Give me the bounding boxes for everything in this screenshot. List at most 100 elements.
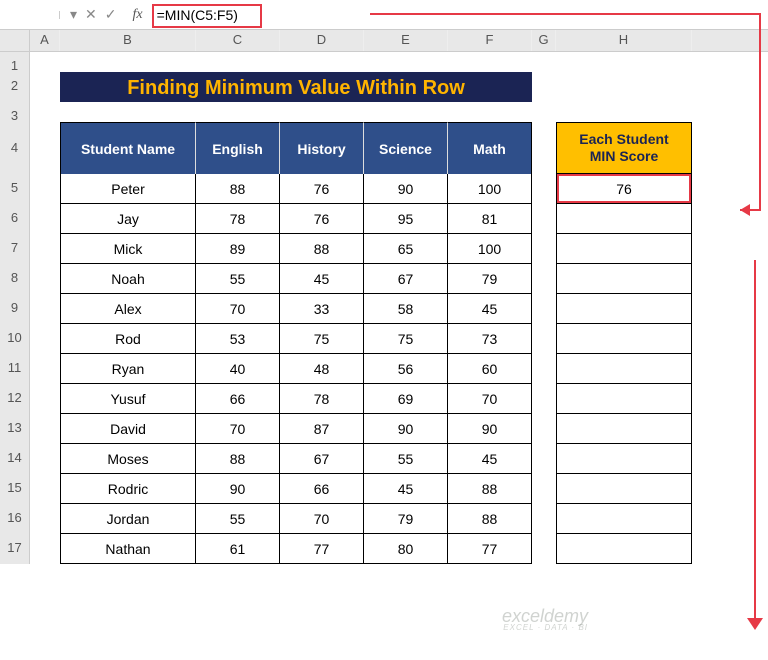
cell-name[interactable]: Mick (60, 234, 196, 264)
cell-name[interactable]: Alex (60, 294, 196, 324)
cell-english[interactable]: 88 (196, 444, 280, 474)
cell-min[interactable] (556, 354, 692, 384)
cell-science[interactable]: 58 (364, 294, 448, 324)
cell-math[interactable]: 73 (448, 324, 532, 354)
cell-history[interactable]: 48 (280, 354, 364, 384)
cell-english[interactable]: 55 (196, 504, 280, 534)
cell-history[interactable]: 45 (280, 264, 364, 294)
row-header-2[interactable]: 2 (0, 72, 30, 102)
cell-math[interactable]: 88 (448, 474, 532, 504)
cell-name[interactable]: Moses (60, 444, 196, 474)
cell-history[interactable]: 70 (280, 504, 364, 534)
cell-min[interactable] (556, 534, 692, 564)
col-header-B[interactable]: B (60, 30, 196, 51)
row-header-9[interactable]: 9 (0, 294, 30, 324)
cell-history[interactable]: 77 (280, 534, 364, 564)
cell-name[interactable]: Noah (60, 264, 196, 294)
cell-name[interactable]: Jay (60, 204, 196, 234)
row-header-3[interactable]: 3 (0, 102, 30, 122)
cell-math[interactable]: 100 (448, 174, 532, 204)
cell-history[interactable]: 76 (280, 174, 364, 204)
row-header-12[interactable]: 12 (0, 384, 30, 414)
cell-math[interactable]: 88 (448, 504, 532, 534)
cell-math[interactable]: 90 (448, 414, 532, 444)
cell-min[interactable] (556, 264, 692, 294)
cell-math[interactable]: 81 (448, 204, 532, 234)
dropdown-icon[interactable]: ▾ (70, 6, 77, 23)
cell-math[interactable]: 60 (448, 354, 532, 384)
cell-math[interactable]: 100 (448, 234, 532, 264)
cell-name[interactable]: Yusuf (60, 384, 196, 414)
row-header-13[interactable]: 13 (0, 414, 30, 444)
cell-history[interactable]: 67 (280, 444, 364, 474)
row-header-11[interactable]: 11 (0, 354, 30, 384)
cell-science[interactable]: 75 (364, 324, 448, 354)
cell-science[interactable]: 90 (364, 174, 448, 204)
cell-science[interactable]: 45 (364, 474, 448, 504)
cell-english[interactable]: 70 (196, 294, 280, 324)
cell-science[interactable]: 80 (364, 534, 448, 564)
cell-english[interactable]: 78 (196, 204, 280, 234)
row-header-7[interactable]: 7 (0, 234, 30, 264)
col-header-F[interactable]: F (448, 30, 532, 51)
cell-english[interactable]: 70 (196, 414, 280, 444)
cell-math[interactable]: 45 (448, 294, 532, 324)
row-header-10[interactable]: 10 (0, 324, 30, 354)
cell-science[interactable]: 67 (364, 264, 448, 294)
cell-math[interactable]: 77 (448, 534, 532, 564)
cell-english[interactable]: 88 (196, 174, 280, 204)
cell-history[interactable]: 78 (280, 384, 364, 414)
row-header-16[interactable]: 16 (0, 504, 30, 534)
cell-math[interactable]: 79 (448, 264, 532, 294)
row-header-8[interactable]: 8 (0, 264, 30, 294)
cell-english[interactable]: 90 (196, 474, 280, 504)
col-header-D[interactable]: D (280, 30, 364, 51)
name-box[interactable] (0, 11, 60, 19)
row-header-6[interactable]: 6 (0, 204, 30, 234)
row-header-5[interactable]: 5 (0, 174, 30, 204)
cell-name[interactable]: Jordan (60, 504, 196, 534)
cell-history[interactable]: 88 (280, 234, 364, 264)
cell-history[interactable]: 33 (280, 294, 364, 324)
cell-min[interactable] (556, 504, 692, 534)
row-header-15[interactable]: 15 (0, 474, 30, 504)
cell-name[interactable]: Nathan (60, 534, 196, 564)
cell-history[interactable]: 87 (280, 414, 364, 444)
cell-min[interactable] (556, 444, 692, 474)
cell-name[interactable]: David (60, 414, 196, 444)
col-header-E[interactable]: E (364, 30, 448, 51)
cell-history[interactable]: 75 (280, 324, 364, 354)
cell-science[interactable]: 79 (364, 504, 448, 534)
cell-science[interactable]: 56 (364, 354, 448, 384)
cell-math[interactable]: 70 (448, 384, 532, 414)
col-header-H[interactable]: H (556, 30, 692, 51)
cell-history[interactable]: 76 (280, 204, 364, 234)
cell-history[interactable]: 66 (280, 474, 364, 504)
cell-min[interactable] (556, 474, 692, 504)
fx-label[interactable]: fx (127, 7, 149, 23)
cell-name[interactable]: Rod (60, 324, 196, 354)
cell-min[interactable] (556, 384, 692, 414)
col-header-C[interactable]: C (196, 30, 280, 51)
row-header-4[interactable]: 4 (0, 122, 30, 174)
cell-english[interactable]: 89 (196, 234, 280, 264)
col-header-A[interactable]: A (30, 30, 60, 51)
cancel-icon[interactable]: ✕ (85, 6, 97, 23)
cell-min[interactable] (556, 204, 692, 234)
cell-name[interactable]: Rodric (60, 474, 196, 504)
cell-min[interactable] (556, 294, 692, 324)
cell-science[interactable]: 90 (364, 414, 448, 444)
formula-input[interactable]: =MIN(C5:F5) (149, 3, 768, 27)
cell-H5-min-result[interactable]: 76 (556, 174, 692, 204)
cell-min[interactable] (556, 324, 692, 354)
row-header-17[interactable]: 17 (0, 534, 30, 564)
cell-science[interactable]: 69 (364, 384, 448, 414)
cell-min[interactable] (556, 234, 692, 264)
cell-math[interactable]: 45 (448, 444, 532, 474)
cell-name[interactable]: Peter (60, 174, 196, 204)
row-header-14[interactable]: 14 (0, 444, 30, 474)
cell-english[interactable]: 66 (196, 384, 280, 414)
cell-english[interactable]: 40 (196, 354, 280, 384)
cell-english[interactable]: 55 (196, 264, 280, 294)
cell-min[interactable] (556, 414, 692, 444)
